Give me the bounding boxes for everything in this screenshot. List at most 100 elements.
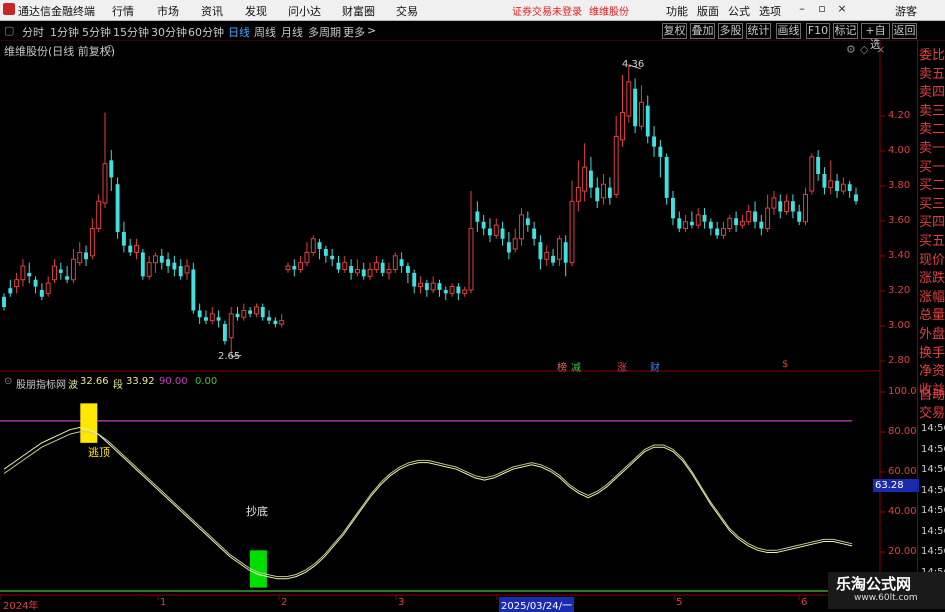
low-price-label: 2.65 — [218, 351, 241, 362]
side-item[interactable]: 卖四 — [919, 81, 945, 100]
side-item[interactable]: 换手 — [919, 342, 945, 361]
side-item[interactable]: 委比 — [919, 44, 945, 63]
candle-body — [367, 268, 373, 277]
candle-body — [253, 306, 259, 315]
x-axis-label: 2 — [281, 597, 288, 608]
candle-body — [304, 251, 310, 264]
side-item[interactable]: 涨跌 — [919, 267, 945, 286]
candle-body — [260, 307, 265, 318]
candle-body — [392, 255, 398, 270]
candle-body — [753, 211, 757, 222]
candle-body — [847, 184, 852, 192]
candle-body — [424, 283, 429, 290]
candle-body — [784, 200, 790, 212]
candle-body — [33, 279, 38, 287]
y-tick: 3.00 — [888, 320, 911, 331]
side-item[interactable]: 涨幅 — [919, 286, 945, 305]
candle-body — [159, 255, 164, 263]
candle-body — [298, 262, 304, 270]
trade-time: 14:56 — [921, 525, 945, 537]
side-item[interactable]: 卖二 — [919, 118, 945, 137]
candle-body — [14, 279, 20, 288]
candle-body — [835, 180, 840, 192]
candle-body — [727, 217, 733, 230]
indicator-segment-line — [3, 431, 853, 578]
candle-body — [512, 238, 518, 250]
indicator-high-ref-value: 90.00 — [159, 376, 188, 387]
indicator-toggle-icon[interactable]: ⊙ — [4, 376, 12, 387]
side-item[interactable]: 卖一 — [919, 137, 945, 156]
side-item[interactable]: 总量 — [919, 304, 945, 323]
side-item[interactable]: 交易 — [919, 402, 945, 421]
candle-body — [443, 289, 448, 294]
candle-body — [430, 282, 436, 291]
side-item[interactable]: 买五 — [919, 230, 945, 249]
candle-body — [134, 245, 139, 253]
candle-body — [102, 163, 108, 204]
y-tick: 3.40 — [888, 250, 911, 261]
main-chart-close-icon[interactable]: × — [876, 43, 885, 56]
candle-body — [677, 218, 682, 229]
candle-body — [20, 265, 26, 281]
y-tick: 3.60 — [888, 215, 911, 226]
chart-settings-icon[interactable]: ⊙ — [105, 42, 114, 55]
candle-body — [481, 221, 486, 229]
candle-body — [342, 262, 348, 270]
side-item[interactable]: 现价 — [919, 249, 945, 268]
ind-y-tick: 20.00 — [888, 546, 917, 557]
ind-y-tick: 60.00 — [888, 466, 917, 477]
indicator-name: 股朋指标网 — [16, 380, 66, 391]
event-marker[interactable]: 榜 — [557, 359, 567, 374]
side-item[interactable]: 买三 — [919, 193, 945, 212]
candle-body — [209, 313, 215, 322]
candle-body — [317, 242, 322, 250]
candle-body — [759, 221, 764, 229]
candle-body — [519, 214, 524, 240]
candle-body — [248, 310, 253, 314]
trade-time: 14:56 — [921, 546, 945, 557]
side-item[interactable]: 卖五 — [919, 63, 945, 82]
indicator-current-value-badge: 63.28 — [873, 479, 919, 492]
candle-body — [563, 242, 568, 263]
candle-body — [27, 272, 32, 277]
indicator-wave-value: 32.66 — [80, 376, 109, 387]
candle-body — [601, 183, 607, 199]
candle-body — [178, 266, 183, 277]
chart-area[interactable] — [0, 0, 945, 609]
x-axis-label: 3 — [398, 597, 405, 608]
main-chart-gear-icon[interactable]: ⚙ — [846, 43, 856, 56]
candle-body — [115, 184, 120, 232]
watermark: 乐淘公式网 www.60lt.com — [828, 572, 945, 609]
trade-time: 14:56 — [921, 423, 945, 434]
event-marker[interactable]: $ — [782, 359, 788, 370]
side-item[interactable]: 净资 — [919, 360, 945, 379]
event-marker[interactable]: 财 — [650, 359, 660, 374]
candle-body — [96, 200, 102, 230]
event-marker[interactable]: 减 — [571, 359, 581, 374]
candle-body — [45, 282, 51, 294]
ind-y-tick: 40.00 — [888, 506, 917, 517]
side-item[interactable]: 自动 — [919, 384, 945, 403]
y-tick: 4.20 — [888, 110, 911, 121]
main-chart-expand-icon[interactable]: ◇ — [860, 43, 868, 56]
candle-body — [715, 228, 720, 236]
candle-body — [734, 218, 739, 226]
signal-top-bar — [80, 403, 98, 443]
side-item[interactable]: 卖三 — [919, 100, 945, 119]
candle-body — [626, 81, 632, 117]
side-item[interactable]: 买一 — [919, 156, 945, 175]
candle-body — [146, 262, 152, 277]
candle-body — [645, 105, 650, 137]
candle-body — [336, 262, 341, 270]
event-marker[interactable]: 涨 — [617, 359, 627, 374]
side-item[interactable]: 买二 — [919, 174, 945, 193]
y-tick: 3.20 — [888, 285, 911, 296]
x-axis-label: 6 — [801, 597, 808, 608]
side-item[interactable]: 外盘 — [919, 323, 945, 342]
side-item[interactable]: 买四 — [919, 211, 945, 230]
candle-body — [285, 265, 291, 270]
candle-body — [399, 259, 404, 267]
candle-body — [456, 286, 461, 294]
candle-body — [412, 272, 417, 287]
candle-body — [222, 324, 227, 342]
